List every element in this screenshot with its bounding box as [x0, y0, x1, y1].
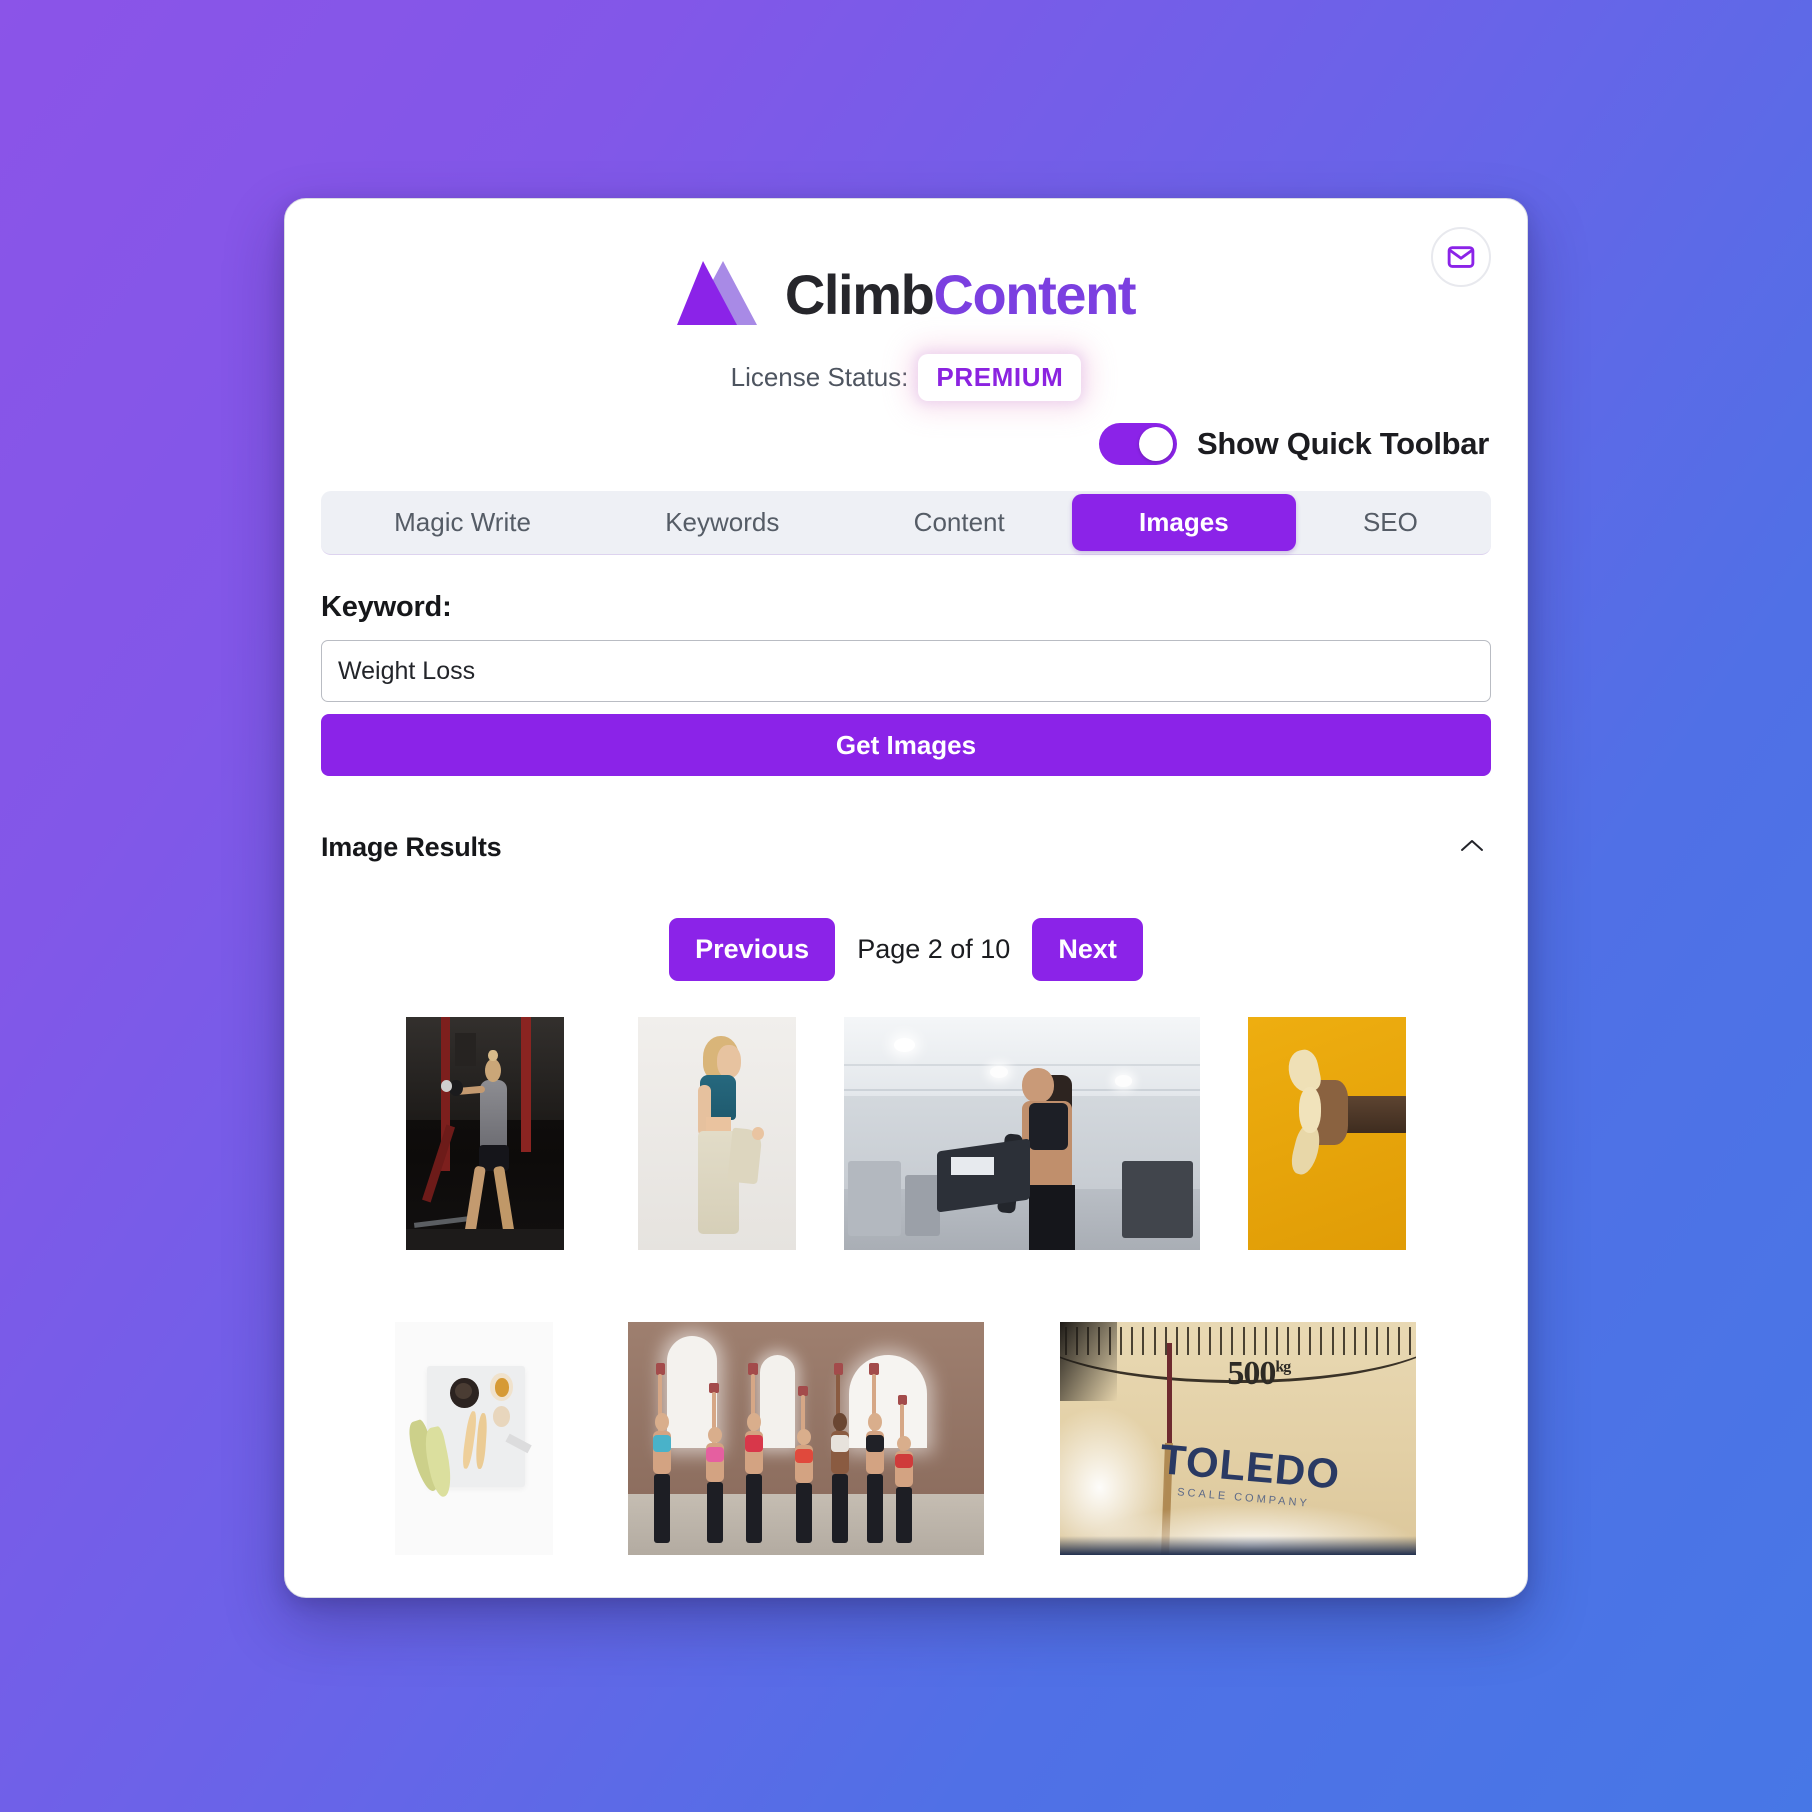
image-result-item[interactable]	[833, 1017, 1211, 1250]
quick-toolbar-toggle-row: Show Quick Toolbar	[321, 423, 1491, 465]
collapse-results-button[interactable]	[1453, 828, 1491, 866]
image-result-item[interactable]	[1211, 1017, 1443, 1250]
show-quick-toolbar-toggle[interactable]	[1099, 423, 1177, 465]
app-content: ClimbContent License Status: PREMIUM Sho…	[285, 199, 1527, 1597]
image-results-grid: 500kg TOLEDO SCALE COMPANY	[321, 1017, 1491, 1555]
tab-keywords[interactable]: Keywords	[598, 494, 846, 551]
scale-unit: kg	[1275, 1358, 1291, 1376]
mail-button[interactable]	[1431, 227, 1491, 287]
tab-images[interactable]: Images	[1071, 494, 1296, 551]
image-result-item[interactable]	[601, 1017, 833, 1250]
image-result-item[interactable]	[369, 1017, 601, 1250]
image-thumbnail	[1248, 1017, 1406, 1250]
tab-content[interactable]: Content	[847, 494, 1072, 551]
image-thumbnail	[406, 1017, 564, 1250]
page-title: ClimbContent	[785, 266, 1137, 323]
image-result-item[interactable]	[590, 1322, 1022, 1555]
previous-page-button[interactable]: Previous	[669, 918, 836, 981]
image-result-item[interactable]: 500kg TOLEDO SCALE COMPANY	[1022, 1322, 1454, 1555]
tab-seo[interactable]: SEO	[1296, 494, 1485, 551]
keyword-input[interactable]	[321, 640, 1491, 702]
tab-magic-write[interactable]: Magic Write	[327, 494, 598, 551]
brand-block: ClimbContent License Status: PREMIUM	[321, 199, 1491, 401]
scale-reading: 500kg	[1227, 1354, 1291, 1393]
license-status: License Status: PREMIUM	[731, 354, 1082, 401]
image-thumbnail	[844, 1017, 1200, 1250]
envelope-icon	[1446, 242, 1476, 272]
brand-row: ClimbContent	[676, 255, 1137, 334]
chevron-up-icon	[1459, 837, 1485, 858]
license-status-label: License Status:	[730, 362, 909, 392]
next-page-button[interactable]: Next	[1032, 918, 1143, 981]
page-indicator: Page 2 of 10	[857, 934, 1011, 964]
image-thumbnail	[395, 1322, 553, 1555]
keyword-label: Keyword:	[321, 591, 452, 623]
grid-row-gap	[321, 1250, 1491, 1322]
brand-name-second: Content	[933, 262, 1136, 326]
mountain-logo-icon	[676, 255, 769, 334]
get-images-button[interactable]: Get Images	[321, 714, 1491, 776]
pagination: Previous Page 2 of 10 Next	[321, 918, 1491, 981]
toggle-knob	[1139, 427, 1173, 461]
image-results-header: Image Results	[321, 828, 1491, 866]
image-thumbnail	[628, 1322, 984, 1555]
brand-name-first: Climb	[784, 262, 935, 326]
tab-bar: Magic Write Keywords Content Images SEO	[321, 491, 1491, 555]
app-window: ClimbContent License Status: PREMIUM Sho…	[284, 198, 1528, 1598]
scale-value: 500	[1227, 1354, 1276, 1392]
image-thumbnail	[638, 1017, 796, 1250]
show-quick-toolbar-label: Show Quick Toolbar	[1197, 426, 1489, 461]
image-thumbnail: 500kg TOLEDO SCALE COMPANY	[1060, 1322, 1416, 1555]
image-results-title: Image Results	[321, 831, 502, 862]
image-result-item[interactable]	[358, 1322, 590, 1555]
status-badge: PREMIUM	[918, 354, 1082, 401]
